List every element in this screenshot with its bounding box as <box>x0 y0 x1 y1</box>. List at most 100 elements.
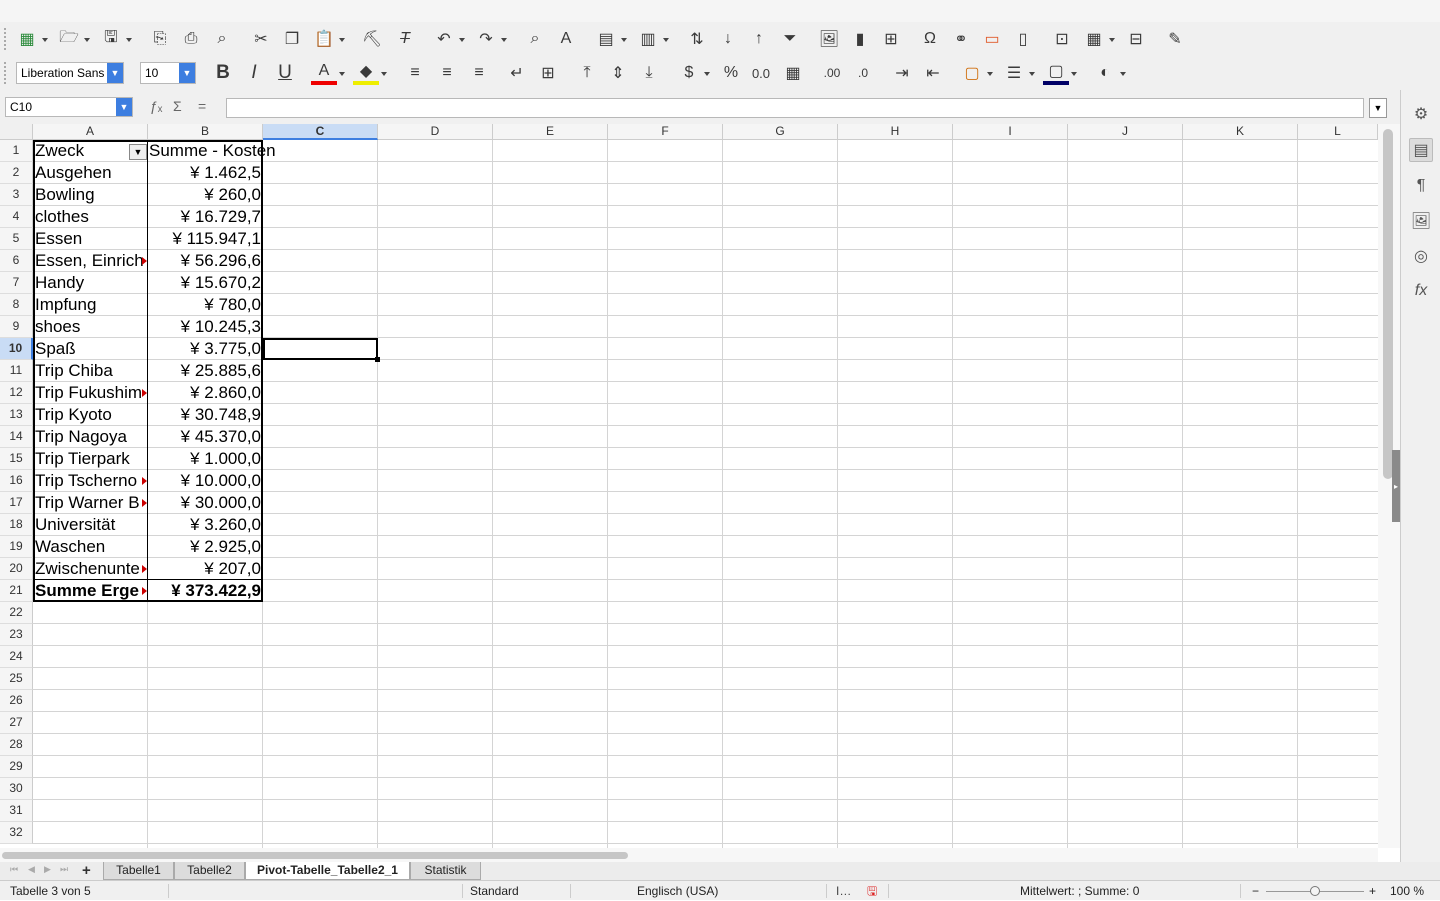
row-header-3[interactable]: 3 <box>0 184 33 206</box>
zoom-level[interactable]: 100 % <box>1390 881 1424 901</box>
pivot-row-label[interactable]: Trip Chiba <box>34 360 147 382</box>
horizontal-scrollbar[interactable] <box>0 848 1378 862</box>
insert-chart-icon[interactable]: ▮ <box>847 27 873 51</box>
chevron-down-icon[interactable]: ▼ <box>116 98 132 116</box>
chevron-down-icon[interactable]: ▼ <box>179 63 195 83</box>
pivot-row-label[interactable]: Trip Warner B <box>34 492 147 514</box>
number-format-icon[interactable]: 0.0 <box>748 61 774 85</box>
comment-icon[interactable]: ▭ <box>979 27 1005 51</box>
sheet-tab-pivot[interactable]: Pivot-Tabelle_Tabelle2_1 <box>245 862 410 880</box>
zoom-out-button[interactable]: − <box>1252 881 1259 901</box>
sheet-tab-statistik[interactable]: Statistik <box>410 862 481 880</box>
borders-icon[interactable]: ▢ <box>959 61 993 85</box>
pivot-row-value[interactable]: ¥ 56.296,6 <box>148 250 262 272</box>
row-icon[interactable]: ▤ <box>593 27 627 51</box>
conditional-format-icon[interactable]: ◐ <box>1092 61 1126 85</box>
zoom-slider-handle[interactable] <box>1310 886 1320 896</box>
pivot-row-label[interactable]: Trip Nagoya <box>34 426 147 448</box>
pivot-row-label[interactable]: Zwischenunte <box>34 558 147 580</box>
page-style[interactable]: Standard <box>470 881 519 901</box>
special-character-icon[interactable]: Ω <box>917 27 943 51</box>
name-box[interactable]: C10 ▼ <box>5 97 133 117</box>
currency-format-icon[interactable]: $ <box>676 61 710 85</box>
open-icon[interactable]: 🗁 <box>56 27 90 51</box>
row-header-7[interactable]: 7 <box>0 272 33 294</box>
row-header-14[interactable]: 14 <box>0 426 33 448</box>
percent-format-icon[interactable]: % <box>718 61 744 85</box>
insert-image-icon[interactable]: 🖼 <box>816 27 842 51</box>
column-header-f[interactable]: F <box>608 124 723 140</box>
sort-icon[interactable]: ⇅ <box>684 27 710 51</box>
column-header-d[interactable]: D <box>378 124 493 140</box>
pivot-row-value[interactable]: ¥ 10.245,3 <box>148 316 262 338</box>
pivot-row-value[interactable]: ¥ 260,0 <box>148 184 262 206</box>
row-header-28[interactable]: 28 <box>0 734 33 756</box>
border-style-icon[interactable]: ☰ <box>1001 61 1035 85</box>
pivot-row-label[interactable]: Trip Fukushim <box>34 382 147 404</box>
cut-icon[interactable]: ✂ <box>248 27 274 51</box>
last-sheet-icon[interactable]: ⏭ <box>60 864 68 875</box>
functions-icon[interactable]: fx <box>1409 279 1433 303</box>
chevron-down-icon[interactable]: ▼ <box>107 63 123 83</box>
show-draw-functions-icon[interactable]: ✎ <box>1162 27 1188 51</box>
insert-mode-icon[interactable]: I… <box>836 881 851 901</box>
row-header-12[interactable]: 12 <box>0 382 33 404</box>
border-color-icon[interactable]: ▢ <box>1043 61 1077 85</box>
first-sheet-icon[interactable]: ⏮ <box>10 864 18 875</box>
function-wizard-icon[interactable]: ƒₓ <box>150 98 162 114</box>
insert-pivot-table-icon[interactable]: ⊞ <box>878 27 904 51</box>
pivot-row-value[interactable]: ¥ 1.462,5 <box>148 162 262 184</box>
column-header-e[interactable]: E <box>493 124 608 140</box>
column-header-h[interactable]: H <box>838 124 953 140</box>
next-sheet-icon[interactable]: ▶ <box>44 864 51 875</box>
column-header-l[interactable]: L <box>1298 124 1378 140</box>
split-window-icon[interactable]: ⊟ <box>1123 27 1149 51</box>
navigator-icon[interactable]: ◎ <box>1409 244 1433 268</box>
add-decimal-icon[interactable]: .00 <box>819 61 845 85</box>
row-header-13[interactable]: 13 <box>0 404 33 426</box>
previous-sheet-icon[interactable]: ◀ <box>28 864 35 875</box>
paste-icon[interactable]: 📋 <box>311 27 345 51</box>
pivot-total-value[interactable]: ¥ 373.422,9 <box>148 580 262 602</box>
pivot-row-value[interactable]: ¥ 3.775,0 <box>148 338 262 360</box>
export-pdf-icon[interactable]: ⎘ <box>147 27 173 51</box>
redo-icon[interactable]: ↷ <box>473 27 507 51</box>
row-header-15[interactable]: 15 <box>0 448 33 470</box>
row-header-9[interactable]: 9 <box>0 316 33 338</box>
pivot-row-label[interactable]: Trip Tierpark <box>34 448 147 470</box>
pivot-row-label[interactable]: Essen <box>34 228 147 250</box>
column-header-k[interactable]: K <box>1183 124 1298 140</box>
hyperlink-icon[interactable]: ⚭ <box>948 27 974 51</box>
zoom-in-button[interactable]: + <box>1369 881 1376 901</box>
pivot-row-label[interactable]: Essen, Einrich <box>34 250 147 272</box>
align-center-icon[interactable]: ≡ <box>434 61 460 85</box>
pivot-row-label[interactable]: Trip Tscherno <box>34 470 147 492</box>
row-header-21[interactable]: 21 <box>0 580 33 602</box>
row-header-17[interactable]: 17 <box>0 492 33 514</box>
clear-formatting-icon[interactable]: T <box>392 27 418 51</box>
row-header-30[interactable]: 30 <box>0 778 33 800</box>
print-preview-icon[interactable]: ⌕ <box>209 27 235 51</box>
column-header-g[interactable]: G <box>723 124 838 140</box>
row-header-24[interactable]: 24 <box>0 646 33 668</box>
toolbar-grip[interactable] <box>4 62 7 84</box>
row-header-20[interactable]: 20 <box>0 558 33 580</box>
freeze-rows-columns-icon[interactable]: ▦ <box>1081 27 1115 51</box>
pivot-row-label[interactable]: shoes <box>34 316 147 338</box>
column-header-j[interactable]: J <box>1068 124 1183 140</box>
column-header-c[interactable]: C <box>263 124 378 140</box>
pivot-row-value[interactable]: ¥ 2.925,0 <box>148 536 262 558</box>
save-icon[interactable]: 🖫 <box>98 27 132 51</box>
pivot-row-label[interactable]: Impfung <box>34 294 147 316</box>
sidebar-settings-icon[interactable]: ⚙ <box>1409 102 1433 126</box>
expand-formula-bar-icon[interactable]: ▼ <box>1369 98 1387 118</box>
pivot-row-value[interactable]: ¥ 45.370,0 <box>148 426 262 448</box>
sidebar-collapse-handle-icon[interactable]: ▸ <box>1392 450 1400 522</box>
toolbar-grip[interactable] <box>4 28 7 50</box>
sheet-tab-tabelle2[interactable]: Tabelle2 <box>174 862 245 880</box>
new-document-icon[interactable]: ▦ <box>14 27 48 51</box>
copy-icon[interactable]: ❐ <box>279 27 305 51</box>
row-header-32[interactable]: 32 <box>0 822 33 844</box>
row-header-27[interactable]: 27 <box>0 712 33 734</box>
row-header-5[interactable]: 5 <box>0 228 33 250</box>
